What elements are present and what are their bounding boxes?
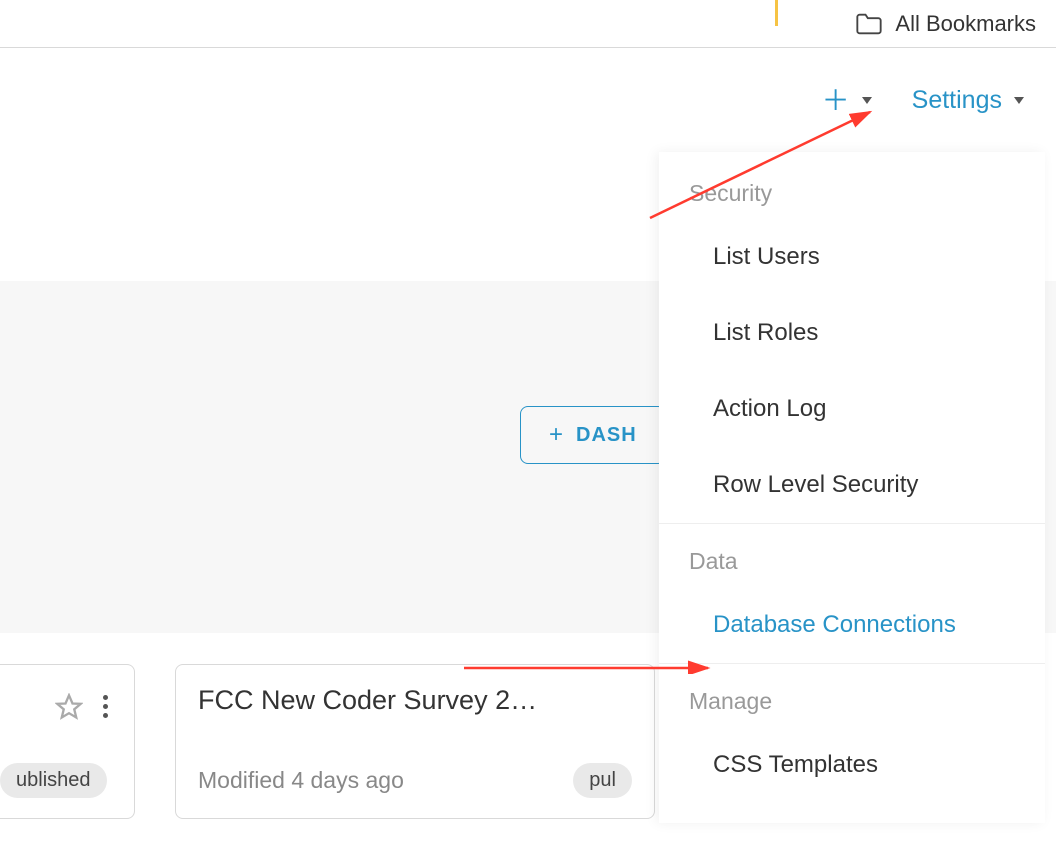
kebab-menu-icon[interactable]	[99, 691, 112, 722]
status-badge: pul	[573, 763, 632, 798]
folder-icon	[855, 12, 883, 36]
menu-section-security: Security	[659, 152, 1045, 219]
add-button[interactable]: ＋	[822, 87, 872, 115]
menu-item-action-log[interactable]: Action Log	[659, 371, 1045, 447]
caret-down-icon	[862, 97, 872, 104]
bookmarks-divider	[775, 0, 778, 26]
all-bookmarks-label: All Bookmarks	[895, 11, 1036, 37]
caret-down-icon	[1014, 97, 1024, 104]
all-bookmarks-item[interactable]: All Bookmarks	[855, 11, 1036, 37]
dashboard-button-label: DASH	[576, 424, 637, 447]
card-title: FCC New Coder Survey 2…	[198, 685, 632, 716]
star-icon[interactable]	[55, 693, 83, 721]
menu-item-list-users[interactable]: List Users	[659, 219, 1045, 295]
top-toolbar: ＋ Settings	[0, 48, 1056, 153]
menu-item-row-level-security[interactable]: Row Level Security	[659, 447, 1045, 523]
settings-button[interactable]: Settings	[912, 86, 1024, 115]
dashboard-card[interactable]: ublished	[0, 664, 135, 819]
menu-item-css-templates[interactable]: CSS Templates	[659, 727, 1045, 803]
bookmarks-bar: All Bookmarks	[0, 0, 1056, 48]
dashboard-card[interactable]: FCC New Coder Survey 2… Modified 4 days …	[175, 664, 655, 819]
menu-section-data: Data	[659, 523, 1045, 587]
menu-item-database-connections[interactable]: Database Connections	[659, 587, 1045, 663]
plus-icon: +	[549, 421, 564, 449]
settings-label: Settings	[912, 86, 1002, 115]
status-badge: ublished	[0, 763, 107, 798]
settings-dropdown-menu: Security List Users List Roles Action Lo…	[659, 152, 1045, 823]
new-dashboard-button[interactable]: + DASH	[520, 406, 666, 464]
plus-icon: ＋	[822, 87, 850, 115]
menu-item-list-roles[interactable]: List Roles	[659, 295, 1045, 371]
dashboards-cards-row: ublished FCC New Coder Survey 2… Modifie…	[0, 664, 655, 819]
modified-text: Modified 4 days ago	[198, 767, 404, 794]
menu-section-manage: Manage	[659, 663, 1045, 727]
